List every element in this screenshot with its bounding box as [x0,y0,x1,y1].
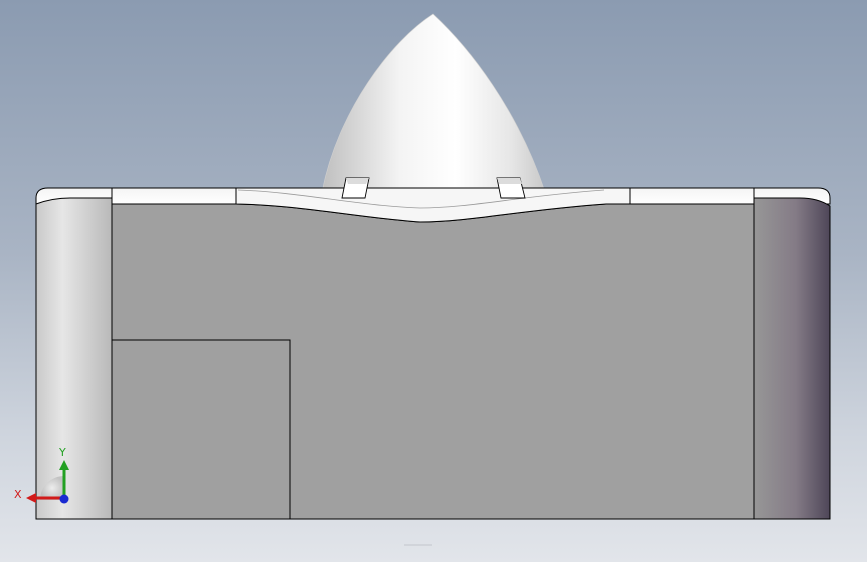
left-end-cap[interactable] [35,197,113,520]
left-tab-shade [346,178,369,184]
x-axis-label: X [14,488,22,501]
right-end-cap[interactable] [753,197,831,520]
model-scene[interactable]: Y X [0,0,867,562]
x-axis-head [26,493,36,503]
dome-surface[interactable] [321,13,546,193]
front-face[interactable] [111,203,755,520]
z-axis-dot [59,494,69,504]
y-axis-label: Y [58,446,66,459]
graphics-viewport[interactable]: Y X [0,0,867,562]
right-tab-shade [497,178,522,184]
